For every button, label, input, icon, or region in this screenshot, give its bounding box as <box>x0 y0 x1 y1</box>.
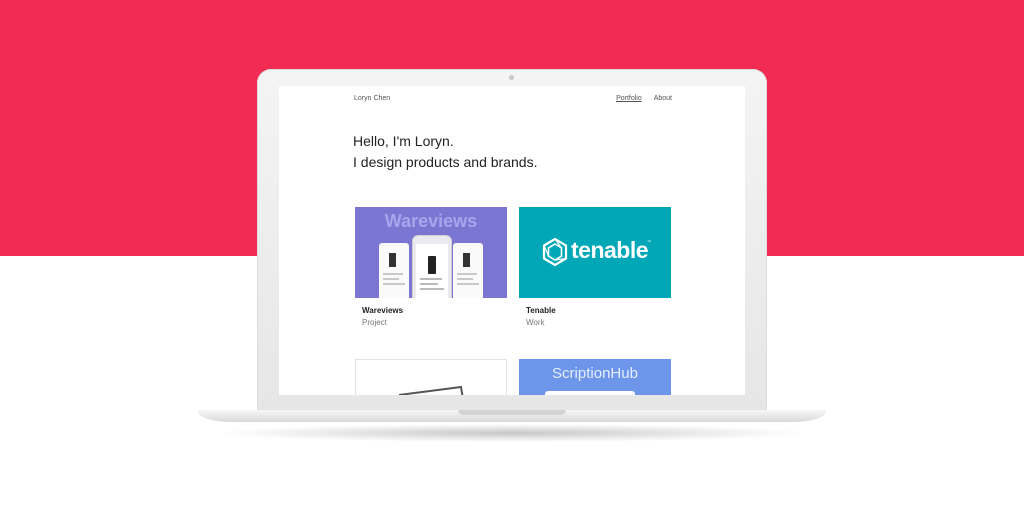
project-card-wareviews[interactable]: Wareviews Wareviews Project <box>355 207 507 327</box>
wareviews-thumbnail[interactable]: Wareviews <box>355 207 507 298</box>
camera-icon <box>509 75 514 80</box>
card-subtitle: Project <box>362 318 387 327</box>
scriptionhub-thumb-title: ScriptionHub <box>552 365 638 382</box>
hero-line-1: Hello, I'm Loryn. <box>353 133 454 149</box>
project-card-scriptionhub[interactable]: ScriptionHub <box>519 359 671 395</box>
wareviews-thumb-title: Wareviews <box>384 211 478 231</box>
card-subtitle: Work <box>526 318 545 327</box>
project-3-thumbnail[interactable] <box>355 359 507 395</box>
card-title: Tenable <box>526 306 556 315</box>
drawing-icon <box>398 385 464 395</box>
tenable-logo-icon <box>542 238 568 266</box>
card-title: Wareviews <box>362 306 404 315</box>
main-nav: Portfolio About <box>606 95 672 102</box>
nav-portfolio-link[interactable]: Portfolio <box>616 95 642 102</box>
laptop-notch <box>458 410 566 415</box>
project-card-3[interactable] <box>355 359 507 395</box>
project-card-tenable[interactable]: tenable ™ Tenable Work <box>519 207 671 327</box>
scriptionhub-thumbnail[interactable]: ScriptionHub <box>519 359 671 395</box>
scriptionhub-ui-bar <box>545 391 635 395</box>
tenable-wordmark: tenable <box>571 237 649 263</box>
hero-line-2: I design products and brands. <box>353 154 538 170</box>
wareviews-side-screen-left <box>379 243 409 298</box>
site-name-link[interactable]: Loryn Chen <box>354 95 390 102</box>
wareviews-side-screen-right <box>453 243 483 298</box>
laptop-shadow <box>215 424 809 442</box>
phone-mockup-icon <box>412 235 452 298</box>
trademark-icon: ™ <box>647 239 651 244</box>
tenable-thumbnail[interactable]: tenable ™ <box>519 207 671 298</box>
laptop-screen: Loryn Chen Portfolio About Hello, I'm Lo… <box>279 86 745 395</box>
nav-about-link[interactable]: About <box>654 95 672 102</box>
hero-text: Hello, I'm Loryn. I design products and … <box>353 131 537 173</box>
